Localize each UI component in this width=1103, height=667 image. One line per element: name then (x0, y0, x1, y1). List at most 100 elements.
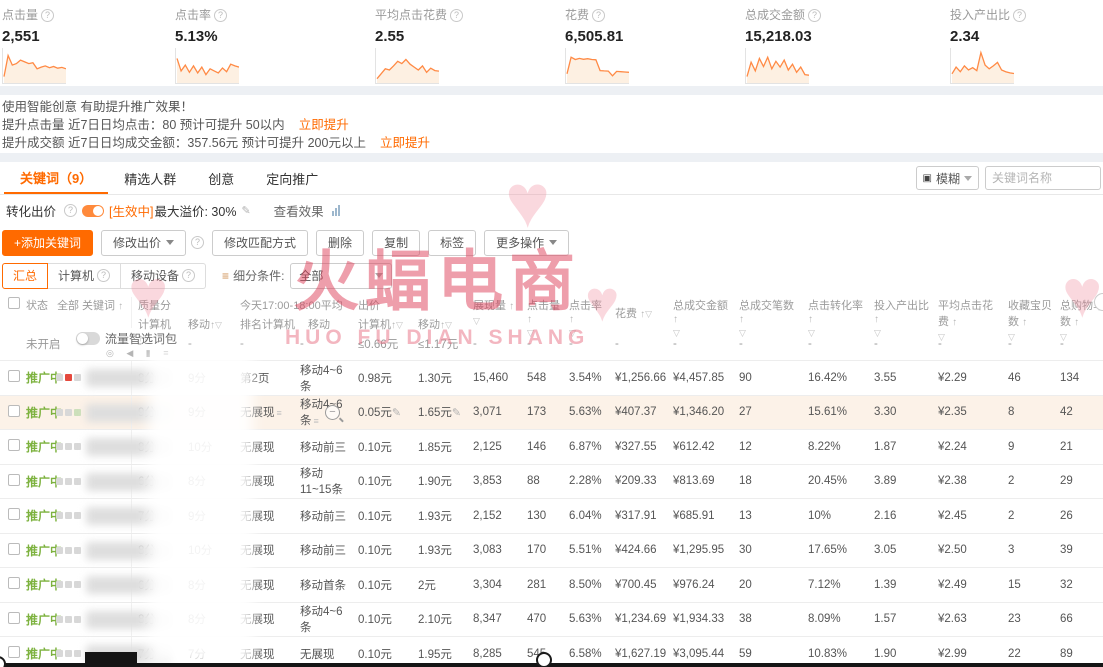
cell-rank_pc: - (234, 338, 294, 350)
device-tab-mobile[interactable]: 移动设备? (121, 263, 206, 289)
condition-select[interactable]: 全部 (290, 263, 392, 289)
cell-carts: 66 (1054, 613, 1103, 625)
view-effect-link[interactable]: 查看效果 (274, 201, 324, 220)
bid-detail: 最大溢价: 30% (154, 201, 236, 220)
platform-indicator-dots (56, 581, 81, 588)
indicator-dot (65, 374, 72, 381)
tab-keywords[interactable]: 关键词（9） (4, 162, 108, 194)
cell-bid_mobile: ≤1.17元 (412, 336, 467, 352)
indicator-dot (56, 650, 63, 657)
tab-creative[interactable]: 创意 (192, 162, 250, 194)
indicator-dot (65, 478, 72, 485)
row-checkbox[interactable] (8, 577, 20, 589)
redacted-keyword (86, 473, 172, 491)
boost-clicks-link[interactable]: 立即提升 (299, 118, 349, 132)
sort-up-icon: ↑ (509, 301, 514, 312)
row-checkbox[interactable] (8, 405, 20, 417)
keyword-cell (82, 465, 132, 499)
metric-label: 点击率? (175, 6, 345, 23)
modify-match-button[interactable]: 修改匹配方式 (212, 230, 308, 256)
cell-cost: ¥327.55 (609, 441, 667, 453)
indicator-dot (56, 581, 63, 588)
cell-qs_mobile: 9分 (182, 404, 234, 420)
sort-up-icon: ↑ (569, 314, 574, 325)
cell-clicks: 88 (521, 475, 563, 487)
cell-roi: 3.05 (868, 544, 932, 556)
help-icon[interactable]: ? (41, 9, 54, 22)
select-all-checkbox[interactable] (8, 297, 20, 309)
tab-audience[interactable]: 精选人群 (108, 162, 192, 194)
help-icon[interactable]: ? (450, 9, 463, 22)
tag-button[interactable]: 标签 (428, 230, 476, 256)
platform-indicator-dots (56, 547, 81, 554)
indicator-dot (56, 616, 63, 623)
redacted-keyword (86, 507, 172, 525)
tab-targeting[interactable]: 定向推广 (250, 162, 334, 194)
indicator-dot (56, 409, 63, 416)
help-icon[interactable]: ? (1013, 9, 1026, 22)
indicator-dot (65, 512, 72, 519)
cell-ctr: 6.58% (563, 648, 609, 660)
edit-icon[interactable]: ✎ (452, 407, 461, 419)
cell-orders: 59 (733, 648, 802, 660)
platform-indicator-dots (56, 409, 81, 416)
help-icon[interactable]: ? (592, 9, 605, 22)
modify-bid-button[interactable]: 修改出价 (101, 230, 186, 256)
wordpack-action-icons: ◎ ◀ ▮ ≡ (106, 348, 226, 359)
copy-button[interactable]: 复制 (372, 230, 420, 256)
cell-gmv: ¥612.42 (667, 441, 733, 453)
edit-icon[interactable]: ✎ (392, 407, 401, 419)
match-mode-select[interactable]: ▣ 模糊 (916, 166, 979, 190)
wordpack-toggle[interactable] (76, 332, 100, 345)
row-checkbox[interactable] (8, 508, 20, 520)
crop-handle[interactable] (536, 652, 552, 667)
header-metric-label: 展现量 ↑ (473, 297, 521, 313)
row-checkbox[interactable] (8, 474, 20, 486)
device-tab-pc[interactable]: 计算机? (48, 263, 121, 289)
row-checkbox[interactable] (8, 543, 20, 555)
table-row: 推广中6分8分无展现移动首条0.10元2元3,3042818.50%¥700.4… (0, 567, 1103, 602)
edit-icon[interactable]: ✎ (241, 204, 250, 217)
header-keyword[interactable]: 关键词 ↑ (82, 297, 123, 313)
bid-toggle[interactable] (82, 205, 104, 217)
wordpack-row: 未开启流量智选词包◎ ◀ ▮ ≡----≤0.66元≤1.17元--------… (0, 328, 1103, 360)
sort-up-icon: ↑ (952, 317, 957, 328)
conversion-bid-bar: 转化出价 ? [生效中] 最大溢价: 30% ✎ 查看效果 (0, 195, 1103, 226)
metric-value: 2,551 (2, 28, 172, 45)
cell-gmv: ¥813.69 (667, 475, 733, 487)
cell-rank_pc: 第2页 (234, 370, 294, 386)
cell-imp: 3,083 (467, 544, 521, 556)
cell-rank_mobile: 移动前三 (294, 542, 352, 558)
keyword-name-input[interactable] (985, 166, 1101, 190)
cell-rank_mobile: 移动前三 (294, 508, 352, 524)
more-actions-button[interactable]: 更多操作 (484, 230, 569, 256)
row-checkbox[interactable] (8, 439, 20, 451)
cell-cpc: ¥2.24 (932, 441, 1002, 453)
help-icon[interactable]: ? (64, 204, 77, 217)
cell-orders: 18 (733, 475, 802, 487)
sort-up-icon: ↑ (1022, 317, 1027, 328)
indicator-dot (74, 547, 81, 554)
cell-bid_mobile: 1.30元 (412, 370, 467, 386)
delete-button[interactable]: 删除 (316, 230, 364, 256)
cell-ctr: 8.50% (563, 579, 609, 591)
metric-value: 2.55 (375, 28, 545, 45)
row-checkbox[interactable] (8, 370, 20, 382)
cell-rank_mobile: 无展现 (294, 646, 352, 662)
device-tab-summary[interactable]: 汇总 (2, 263, 48, 289)
indicator-dot (74, 478, 81, 485)
cell-carts: 21 (1054, 441, 1103, 453)
row-checkbox[interactable] (8, 646, 20, 658)
platform-indicator-dots (56, 616, 81, 623)
help-icon[interactable]: ? (191, 236, 204, 249)
row-checkbox[interactable] (8, 612, 20, 624)
table-row: 推广中6分8分无展现移动11~15条0.10元1.90元3,853882.28%… (0, 464, 1103, 499)
header-status-all[interactable]: 全部 (57, 300, 79, 312)
metric-value: 5.13% (175, 28, 345, 45)
cell-clicks: 146 (521, 441, 563, 453)
help-icon[interactable]: ? (214, 9, 227, 22)
cell-cpc: ¥2.45 (932, 510, 1002, 522)
help-icon[interactable]: ? (808, 9, 821, 22)
add-keyword-button[interactable]: +添加关键词 (2, 230, 93, 256)
boost-gmv-link[interactable]: 立即提升 (380, 136, 430, 150)
